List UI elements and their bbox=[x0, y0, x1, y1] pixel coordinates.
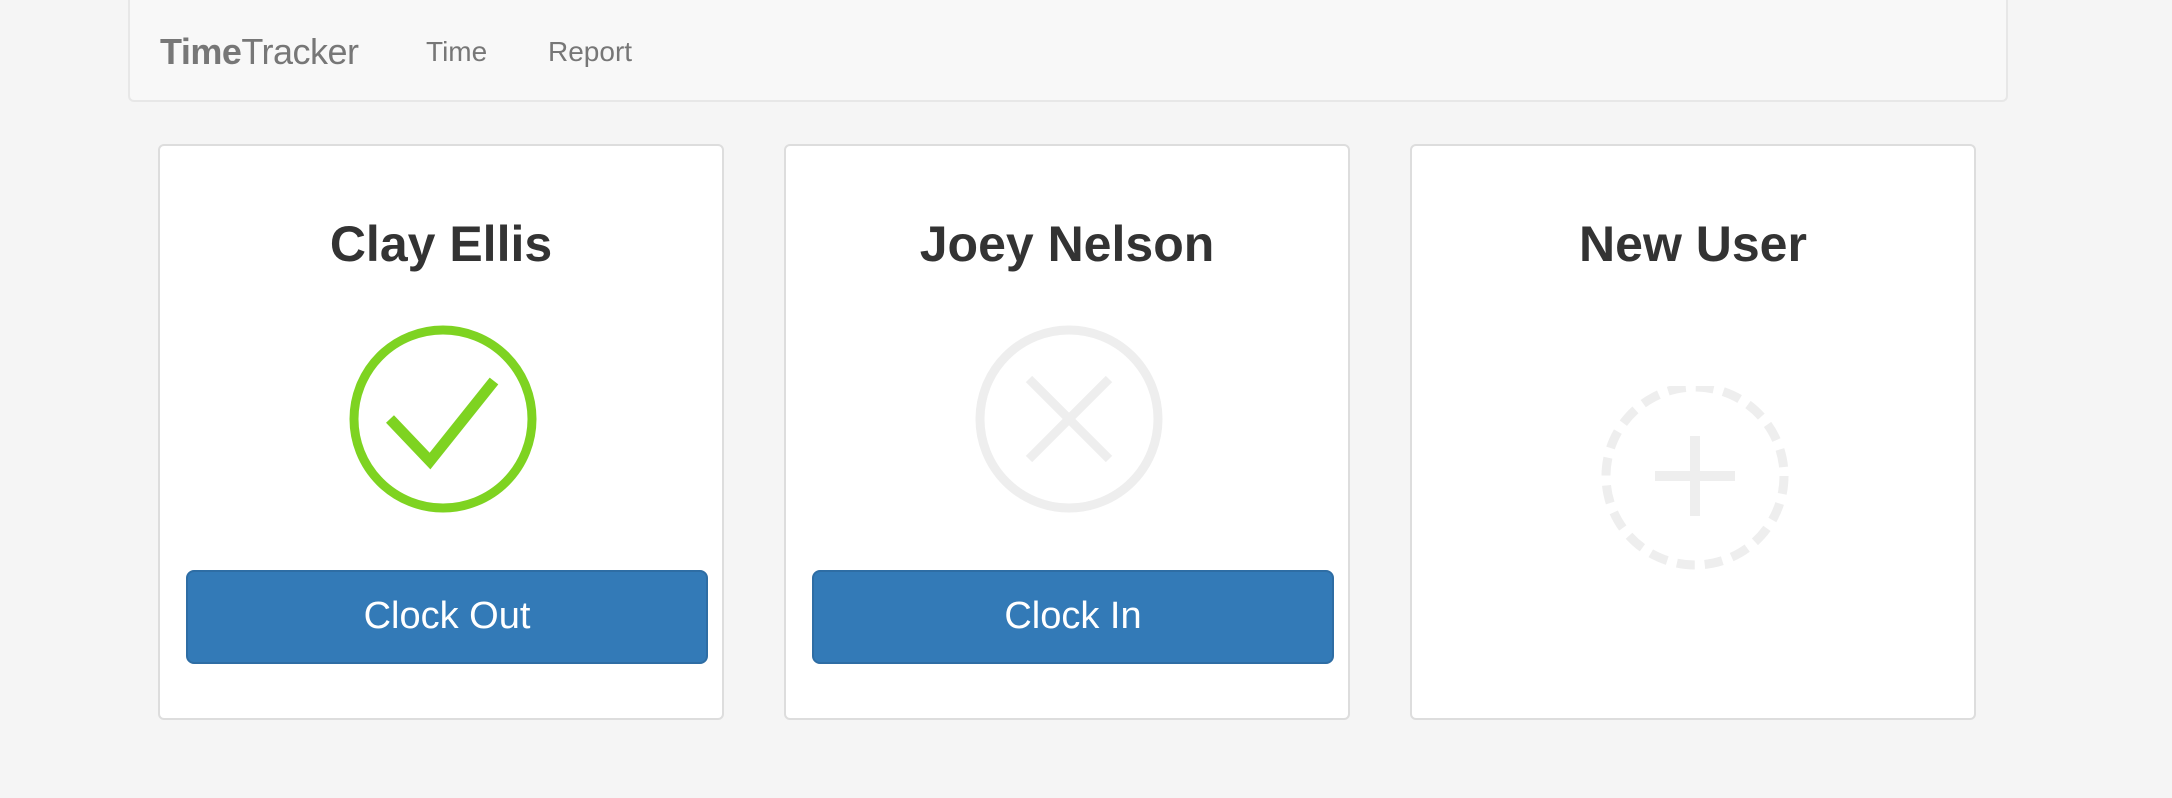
clock-in-button[interactable]: Clock In bbox=[812, 570, 1334, 664]
user-name: Joey Nelson bbox=[919, 216, 1215, 272]
brand-bold-text: Time bbox=[160, 31, 242, 72]
brand-light-text: Tracker bbox=[241, 31, 359, 72]
brand-logo[interactable]: TimeTracker bbox=[160, 30, 359, 74]
plus-dashed-circle-icon[interactable] bbox=[1600, 386, 1790, 576]
check-circle-icon bbox=[349, 325, 537, 513]
x-circle-icon bbox=[975, 325, 1163, 513]
nav-link-report[interactable]: Report bbox=[548, 34, 632, 70]
new-user-title: New User bbox=[1579, 216, 1807, 272]
clock-out-button[interactable]: Clock Out bbox=[186, 570, 708, 664]
top-navbar: TimeTracker Time Report bbox=[128, 0, 2008, 102]
user-name: Clay Ellis bbox=[329, 216, 553, 272]
new-user-card[interactable]: New User bbox=[1410, 144, 1976, 720]
user-card-joey-nelson: Joey Nelson Clock In bbox=[784, 144, 1350, 720]
nav-link-time[interactable]: Time bbox=[426, 34, 487, 70]
user-card-clay-ellis: Clay Ellis Clock Out bbox=[158, 144, 724, 720]
